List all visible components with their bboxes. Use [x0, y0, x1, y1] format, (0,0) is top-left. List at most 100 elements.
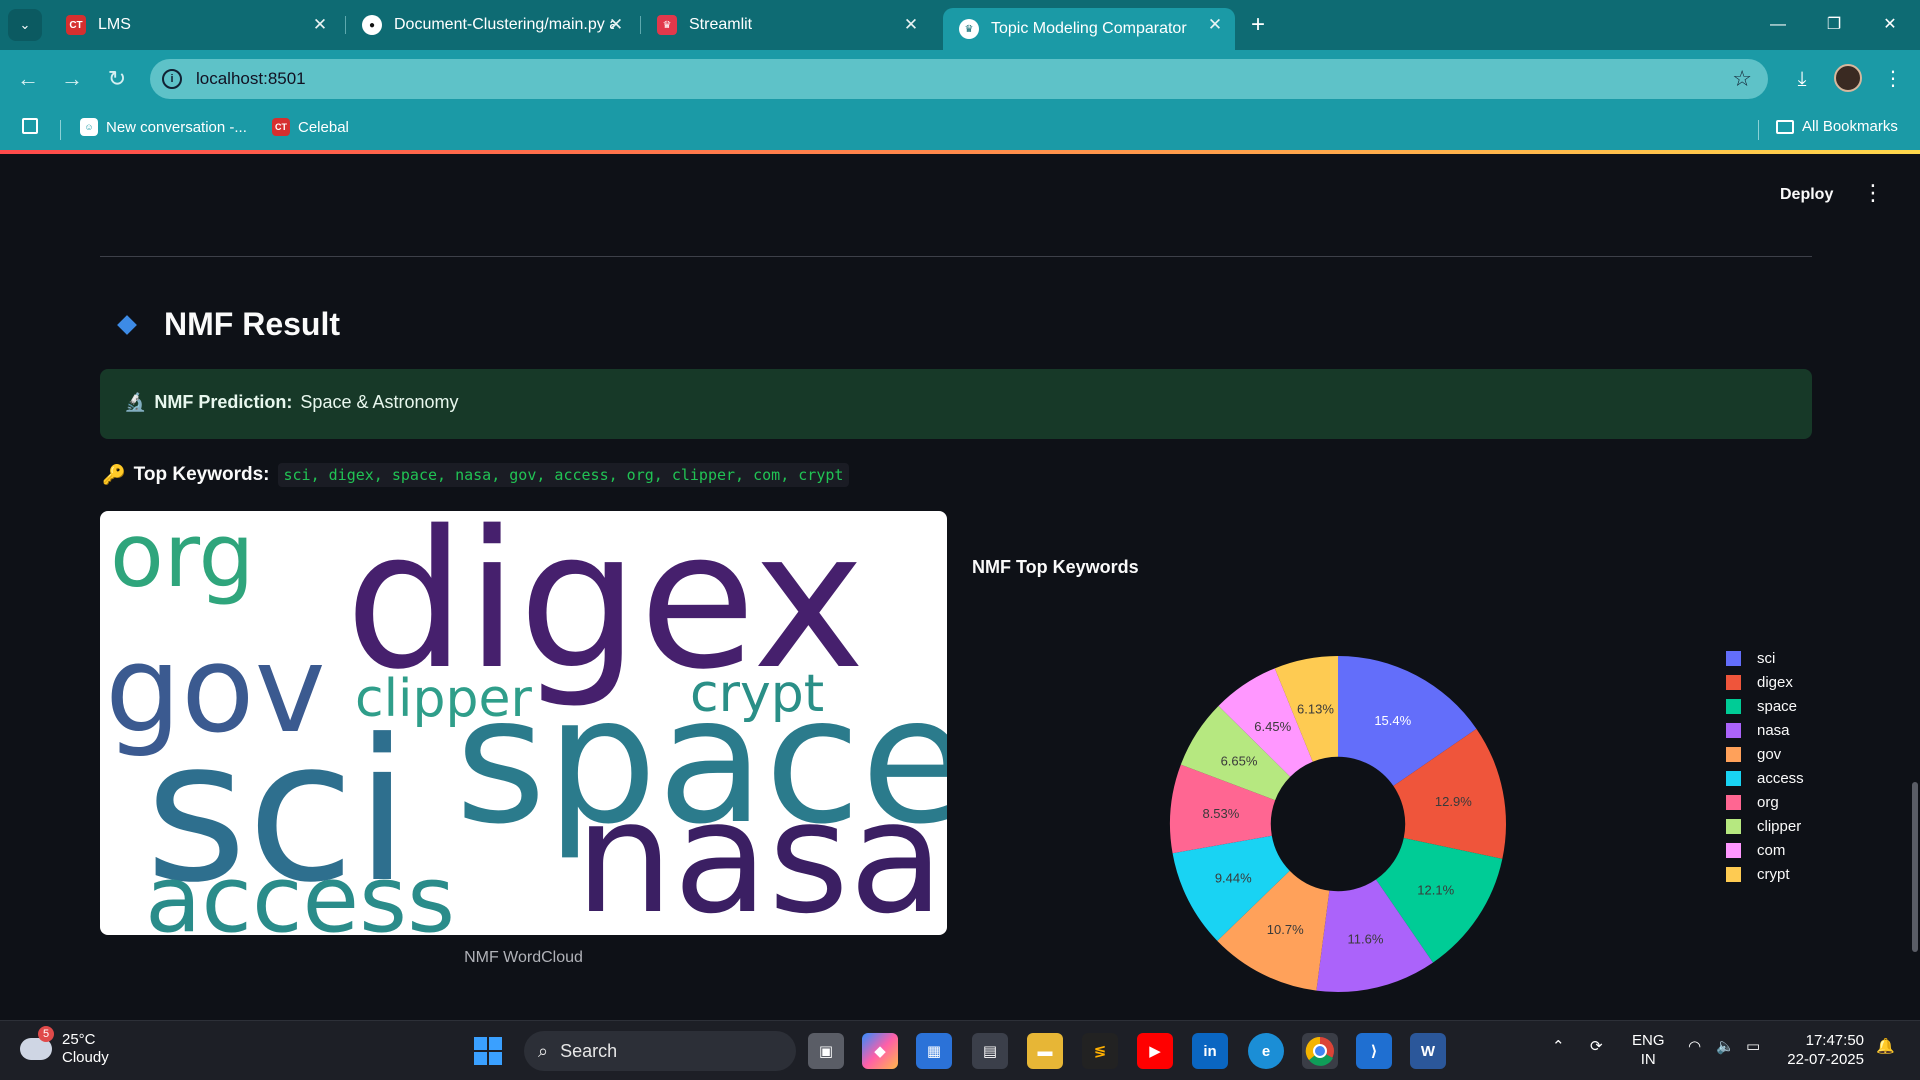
youtube-icon[interactable]: ▶ [1137, 1033, 1173, 1069]
language-indicator[interactable]: ENG IN [1632, 1031, 1665, 1069]
profile-avatar[interactable] [1834, 64, 1862, 92]
legend-item-nasa[interactable]: nasa [1726, 718, 1804, 742]
pie-label-access: 9.44% [1215, 870, 1252, 885]
legend-item-space[interactable]: space [1726, 694, 1804, 718]
legend-item-crypt[interactable]: crypt [1726, 862, 1804, 886]
pie-label-org: 8.53% [1202, 806, 1239, 821]
microscope-icon: 🔬 [124, 392, 147, 412]
system-clock[interactable]: 17:47:50 22-07-2025 [1782, 1031, 1864, 1069]
edge-icon[interactable]: e [1248, 1033, 1284, 1069]
reload-icon[interactable]: ↻ [101, 63, 133, 95]
tab-lms[interactable]: CT LMS ✕ [50, 8, 340, 42]
legend-label: access [1757, 769, 1804, 787]
bookmark-star-icon[interactable]: ☆ [1732, 66, 1752, 92]
deploy-button[interactable]: Deploy [1780, 186, 1833, 204]
keywords-code: sci, digex, space, nasa, gov, access, or… [277, 463, 850, 487]
temperature-text: 25°C [62, 1031, 96, 1048]
windows-start-icon[interactable] [470, 1033, 506, 1069]
url-text[interactable]: localhost:8501 [196, 69, 306, 89]
section-title: NMF Result [164, 306, 340, 342]
task-view-icon[interactable]: ▣ [808, 1033, 844, 1069]
pie-label-clipper: 6.65% [1221, 753, 1258, 768]
cloud-icon: 5 [20, 1026, 54, 1060]
streamlit-app: Deploy ⋮ NMF Result 🔬 NMF Prediction: Sp… [0, 154, 1920, 1020]
microsoft-store-icon[interactable]: ▦ [916, 1033, 952, 1069]
legend-swatch [1726, 674, 1741, 690]
pie-label-sci: 15.4% [1374, 713, 1411, 728]
restore-icon[interactable]: ❐ [1814, 10, 1854, 40]
taskbar-search[interactable]: ⌕ Search [524, 1031, 796, 1071]
word-icon[interactable]: W [1410, 1033, 1446, 1069]
search-icon: ⌕ [538, 1040, 549, 1061]
browser-menu-icon[interactable]: ⋮ [1877, 63, 1909, 95]
legend-swatch [1726, 650, 1741, 666]
linkedin-icon[interactable]: in [1192, 1033, 1228, 1069]
page-scrollbar[interactable] [1912, 782, 1918, 952]
all-bookmarks[interactable]: All Bookmarks [1776, 118, 1898, 135]
volume-icon[interactable]: 🔈 [1716, 1037, 1735, 1055]
tab-github[interactable]: ● Document-Clustering/main.py a ✕ [346, 8, 636, 42]
browser-toolbar: ← → ↻ i localhost:8501 ☆ ⤓ ⋮ [0, 50, 1920, 108]
download-icon[interactable]: ⤓ [1786, 63, 1818, 95]
chart-title: NMF Top Keywords [972, 557, 1139, 577]
notifications-bell-icon[interactable]: 🔔 [1876, 1037, 1895, 1055]
streamlit-icon: ♛ [657, 15, 677, 35]
bookmark-separator [60, 120, 61, 140]
legend-item-access[interactable]: access [1726, 766, 1804, 790]
pie-label-com: 6.45% [1254, 719, 1291, 734]
browser-tab-bar: ⌄ CT LMS ✕ ● Document-Clustering/main.py… [0, 0, 1920, 50]
close-tab-icon[interactable]: ✕ [901, 15, 921, 35]
back-arrow-icon[interactable]: ← [12, 63, 44, 95]
chrome-icon[interactable] [1302, 1033, 1338, 1069]
tab-search-chevron-icon[interactable]: ⌄ [8, 9, 42, 41]
close-tab-icon[interactable]: ✕ [1205, 15, 1225, 35]
wordcloud-word: access [145, 846, 455, 935]
terminal-app-icon[interactable]: ▤ [972, 1033, 1008, 1069]
legend-swatch [1726, 746, 1741, 762]
pie-label-gov: 10.7% [1267, 922, 1304, 937]
legend-swatch [1726, 722, 1741, 738]
key-icon: 🔑 [102, 465, 126, 486]
pie-label-nasa: 11.6% [1348, 931, 1384, 946]
wifi-icon[interactable]: ◠ [1688, 1037, 1701, 1055]
bookmark-celebal[interactable]: CT Celebal [272, 118, 349, 136]
sync-icon[interactable]: ⟳ [1590, 1037, 1603, 1055]
battery-icon[interactable]: ▭ [1746, 1037, 1760, 1055]
code-app-icon[interactable]: ≶ [1082, 1033, 1118, 1069]
legend-item-com[interactable]: com [1726, 838, 1804, 862]
file-explorer-icon[interactable]: ▬ [1027, 1033, 1063, 1069]
close-tab-icon[interactable]: ✕ [310, 15, 330, 35]
new-tab-plus-icon[interactable]: + [1243, 10, 1273, 40]
close-tab-icon[interactable]: ✕ [606, 15, 626, 35]
address-bar[interactable]: i localhost:8501 ☆ [150, 59, 1768, 99]
legend-item-sci[interactable]: sci [1726, 646, 1804, 670]
show-hidden-icons-chevron[interactable]: ⌃ [1552, 1037, 1565, 1055]
bookmark-separator [1758, 120, 1759, 140]
legend-item-clipper[interactable]: clipper [1726, 814, 1804, 838]
legend-label: digex [1757, 673, 1793, 691]
pie-label-digex: 12.9% [1435, 794, 1472, 809]
tab-streamlit[interactable]: ♛ Streamlit ✕ [641, 8, 931, 42]
keywords-label: Top Keywords: [133, 464, 270, 485]
forward-arrow-icon[interactable]: → [56, 63, 88, 95]
tab-topic-modeling[interactable]: ♛ Topic Modeling Comparator ✕ [943, 8, 1235, 50]
copilot-icon[interactable]: ◆ [862, 1033, 898, 1069]
wordcloud-caption: NMF WordCloud [464, 949, 583, 966]
main-menu-icon[interactable]: ⋮ [1862, 182, 1884, 206]
wordcloud-word: org [110, 511, 254, 607]
legend-item-gov[interactable]: gov [1726, 742, 1804, 766]
legend-item-org[interactable]: org [1726, 790, 1804, 814]
bookmarks-bar: ☺ New conversation -... CT Celebal All B… [0, 108, 1920, 150]
minimize-icon[interactable]: — [1758, 10, 1798, 40]
prediction-success-box: 🔬 NMF Prediction: Space & Astronomy [100, 369, 1812, 439]
site-info-icon[interactable]: i [162, 69, 182, 89]
weather-widget[interactable]: 5 25°C Cloudy [20, 1026, 109, 1067]
legend-item-digex[interactable]: digex [1726, 670, 1804, 694]
apps-grid-icon[interactable] [22, 118, 38, 134]
wordcloud-word: nasa [575, 767, 944, 935]
legend-swatch [1726, 818, 1741, 834]
vscode-icon[interactable]: ⟩ [1356, 1033, 1392, 1069]
weather-badge: 5 [38, 1026, 54, 1042]
bookmark-new-conversation[interactable]: ☺ New conversation -... [80, 118, 247, 136]
close-window-icon[interactable]: ✕ [1870, 10, 1910, 40]
